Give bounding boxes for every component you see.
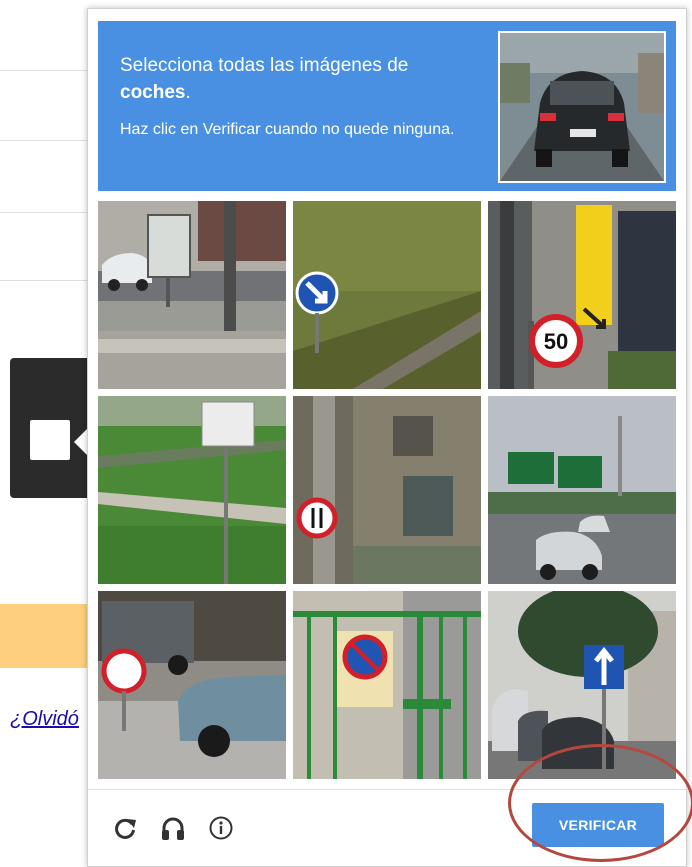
- footer-divider: [88, 789, 686, 790]
- image-grid: 50: [98, 201, 678, 779]
- recaptcha-checkbox[interactable]: [30, 420, 70, 460]
- info-icon[interactable]: [208, 815, 234, 841]
- divider: [0, 70, 88, 71]
- image-tile-3[interactable]: 50: [488, 201, 676, 389]
- image-tile-8[interactable]: [293, 591, 481, 779]
- image-tile-7[interactable]: [98, 591, 286, 779]
- divider: [0, 140, 88, 141]
- speed-limit-text: 50: [544, 329, 568, 354]
- instruction-text: Selecciona todas las imágenes de: [120, 55, 409, 76]
- image-tile-5[interactable]: [293, 396, 481, 584]
- popup-pointer-arrow: [74, 428, 88, 456]
- reload-icon[interactable]: [112, 815, 138, 841]
- audio-headphones-icon[interactable]: [160, 815, 186, 841]
- forgot-password-link[interactable]: ¿Olvidó: [10, 708, 88, 731]
- sample-image-car: [498, 31, 666, 183]
- instruction-hint: Haz clic en Verificar cuando no quede ni…: [120, 121, 455, 138]
- image-tile-6[interactable]: [488, 396, 676, 584]
- image-tile-9[interactable]: [488, 591, 676, 779]
- target-suffix: .: [185, 82, 191, 103]
- captcha-header: Selecciona todas las imágenes de coches.…: [98, 21, 676, 191]
- divider: [0, 212, 88, 213]
- image-tile-1[interactable]: [98, 201, 286, 389]
- image-tile-4[interactable]: [98, 396, 286, 584]
- orange-banner: [0, 604, 88, 668]
- divider: [0, 280, 88, 281]
- verify-button[interactable]: VERIFICAR: [532, 803, 664, 847]
- target-object-text: coches.: [120, 82, 191, 104]
- image-tile-2[interactable]: [293, 201, 481, 389]
- target-object: coches: [120, 82, 186, 103]
- captcha-challenge: Selecciona todas las imágenes de coches.…: [87, 8, 687, 867]
